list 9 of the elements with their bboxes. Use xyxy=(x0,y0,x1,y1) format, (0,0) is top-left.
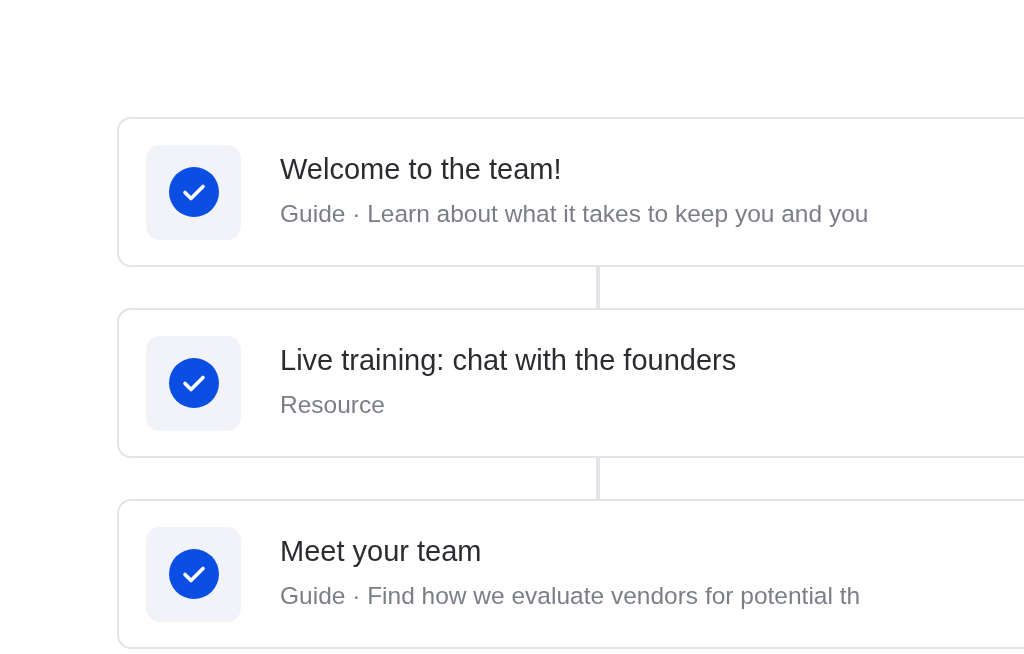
step-card[interactable]: Welcome to the team! Guide · Learn about what it takes to keep you and you xyxy=(117,117,1024,267)
step-subtitle: Guide · Find how we evaluate vendors for potential th xyxy=(280,581,861,610)
step-subtitle: Resource xyxy=(280,390,386,419)
step-card[interactable]: Live training: chat with the founders Resource xyxy=(117,308,1024,458)
step-card[interactable]: Meet your team Guide · Find how we evaluate vendors for potential th xyxy=(117,499,1024,649)
step-subtitle: Guide · Learn about what it takes to keep you and you xyxy=(280,199,869,228)
step-title: Meet your team xyxy=(280,534,483,568)
step-title: Live training: chat with the founders xyxy=(280,343,737,377)
step-title: Welcome to the team! xyxy=(280,152,563,186)
